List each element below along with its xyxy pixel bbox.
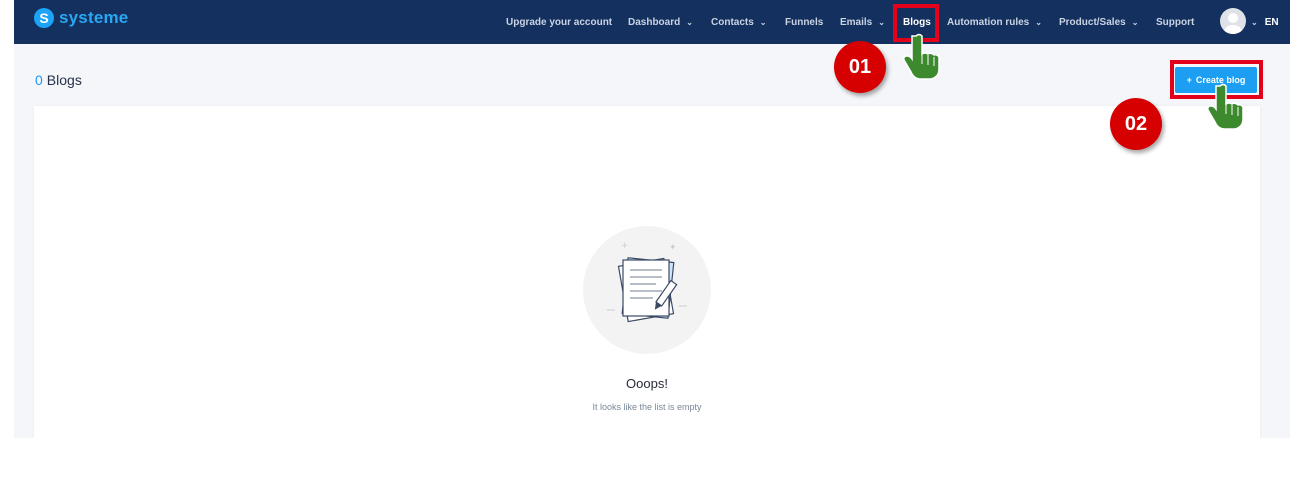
svg-text:+: +: [621, 241, 629, 251]
nav-label: Dashboard: [628, 16, 681, 28]
chevron-down-icon: ⌄: [686, 17, 693, 27]
nav-label: Upgrade your account: [506, 16, 613, 28]
chevron-down-icon: ⌄: [1131, 17, 1139, 27]
logo-text: systeme: [59, 8, 129, 27]
empty-list-illustration: + ✦: [583, 226, 711, 354]
page-title-text: Blogs: [46, 72, 82, 88]
step-badge-02: 02: [1110, 98, 1162, 150]
nav-label: Funnels: [785, 16, 824, 28]
systeme-logo[interactable]: S systeme: [34, 8, 128, 28]
nav-automation-rules[interactable]: Automation rules ⌄: [947, 0, 1042, 44]
nav-dashboard[interactable]: Dashboard ⌄: [628, 0, 693, 44]
chevron-down-icon: ⌄: [759, 17, 767, 27]
nav-label: Automation rules: [947, 16, 1030, 28]
page-title: 0 Blogs: [35, 72, 82, 88]
chevron-down-icon: ⌄: [878, 17, 885, 27]
pointing-hand-icon: [1207, 83, 1244, 130]
nav-label: Support: [1156, 16, 1195, 28]
nav-upgrade-account[interactable]: Upgrade your account: [506, 0, 612, 44]
nav-funnels[interactable]: Funnels: [785, 0, 823, 44]
nav-support[interactable]: Support: [1156, 0, 1194, 44]
nav-label: Contacts: [711, 16, 754, 28]
logo-icon: S: [34, 8, 54, 28]
nav-label: Emails: [840, 16, 873, 28]
pointing-hand-icon: [903, 33, 940, 80]
user-icon: [1224, 13, 1242, 34]
nav-emails[interactable]: Emails ⌄: [840, 0, 885, 44]
svg-text:✦: ✦: [669, 243, 677, 253]
step-badge-01: 01: [834, 41, 886, 93]
blogs-list-card: + ✦ Ooops! It looks like the list is emp…: [34, 106, 1260, 438]
nav-label: Product/Sales: [1059, 16, 1126, 28]
user-avatar[interactable]: [1220, 8, 1246, 34]
chevron-down-icon: ⌄: [1251, 17, 1258, 27]
language-selector[interactable]: ⌄ EN: [1251, 0, 1279, 44]
nav-product-sales[interactable]: Product/Sales ⌄: [1059, 0, 1138, 44]
nav-contacts[interactable]: Contacts ⌄: [711, 0, 767, 44]
chevron-down-icon: ⌄: [1035, 17, 1042, 27]
app-window: S systeme Upgrade your account Dashboard…: [14, 0, 1290, 438]
blog-count: 0: [35, 72, 43, 88]
language-label: EN: [1264, 16, 1279, 28]
top-navbar: S systeme Upgrade your account Dashboard…: [14, 0, 1290, 44]
empty-title: Ooops!: [626, 376, 668, 391]
empty-subtitle: It looks like the list is empty: [592, 402, 702, 412]
